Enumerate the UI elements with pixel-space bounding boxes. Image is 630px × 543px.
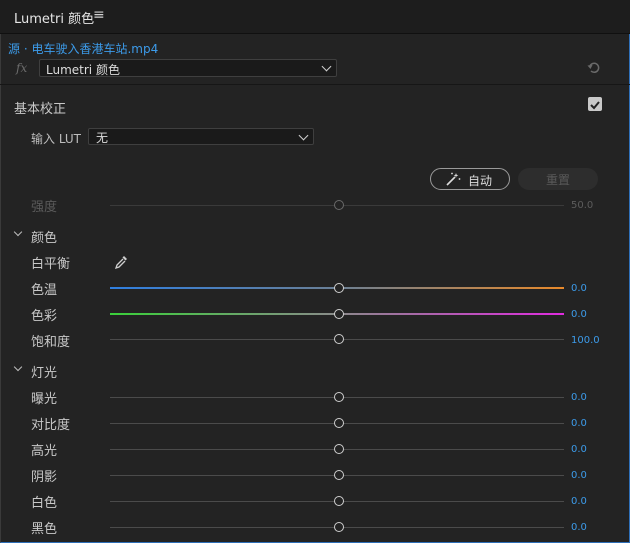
fx-icon[interactable]: fx xyxy=(16,61,27,75)
saturation-value[interactable]: 100.0 xyxy=(571,335,600,346)
temperature-slider-handle[interactable] xyxy=(334,283,344,293)
chevron-down-icon xyxy=(298,130,309,141)
contrast-label: 对比度 xyxy=(31,418,71,433)
effect-dropdown-value: Lumetri 颜色 xyxy=(46,63,120,77)
temperature-value[interactable]: 0.0 xyxy=(571,283,587,294)
chevron-down-icon xyxy=(321,61,332,72)
eyedropper-icon[interactable] xyxy=(113,254,129,270)
exposure-value[interactable]: 0.0 xyxy=(571,392,587,403)
intensity-slider-handle[interactable] xyxy=(334,200,344,210)
color-group-title[interactable]: 颜色 xyxy=(31,227,57,246)
checkmark-icon xyxy=(590,101,600,110)
shadows-slider-handle[interactable] xyxy=(334,470,344,480)
blacks-value[interactable]: 0.0 xyxy=(571,522,587,533)
magic-wand-icon xyxy=(446,172,461,186)
reset-button-label: 重置 xyxy=(545,173,570,187)
highlights-label: 高光 xyxy=(31,444,58,459)
white-balance-label: 白平衡 xyxy=(31,257,71,272)
whites-label: 白色 xyxy=(31,496,58,511)
panel-menu-icon[interactable]: ≡ xyxy=(93,7,105,23)
intensity-value[interactable]: 50.0 xyxy=(571,200,593,211)
input-lut-label: 输入 LUT xyxy=(31,132,82,146)
shadows-label: 阴影 xyxy=(31,470,58,485)
tint-slider-handle[interactable] xyxy=(334,309,344,319)
input-lut-value: 无 xyxy=(96,131,109,145)
source-clip-label[interactable]: 源 · 电车驶入香港车站.mp4 xyxy=(8,40,158,57)
contrast-value[interactable]: 0.0 xyxy=(571,418,587,429)
highlights-value[interactable]: 0.0 xyxy=(571,444,587,455)
blacks-label: 黑色 xyxy=(31,522,58,537)
auto-button-label: 自动 xyxy=(468,174,493,188)
panel-tab-bar: Lumetri 颜色 ≡ xyxy=(0,0,630,34)
shadows-value[interactable]: 0.0 xyxy=(571,470,587,481)
exposure-label: 曝光 xyxy=(31,392,58,407)
exposure-slider-handle[interactable] xyxy=(334,392,344,402)
whites-value[interactable]: 0.0 xyxy=(571,496,587,507)
whites-slider-handle[interactable] xyxy=(334,496,344,506)
tint-value[interactable]: 0.0 xyxy=(571,309,587,320)
auto-button[interactable]: 自动 xyxy=(430,168,510,190)
effect-dropdown[interactable]: Lumetri 颜色 xyxy=(39,59,337,77)
reset-button[interactable]: 重置 xyxy=(518,168,598,190)
temperature-label: 色温 xyxy=(31,283,58,298)
input-lut-dropdown[interactable]: 无 xyxy=(88,128,314,145)
blacks-slider-handle[interactable] xyxy=(334,522,344,532)
panel-tab-title[interactable]: Lumetri 颜色 xyxy=(14,8,94,27)
contrast-slider-handle[interactable] xyxy=(334,418,344,428)
reset-effect-icon[interactable] xyxy=(587,60,601,74)
highlights-slider-handle[interactable] xyxy=(334,444,344,454)
tint-label: 色彩 xyxy=(31,309,58,324)
saturation-slider-handle[interactable] xyxy=(334,334,344,344)
saturation-label: 饱和度 xyxy=(31,335,71,350)
intensity-label: 强度 xyxy=(31,200,58,215)
light-group-title[interactable]: 灯光 xyxy=(31,362,57,381)
basic-correction-checkbox[interactable] xyxy=(588,97,602,111)
basic-correction-title[interactable]: 基本校正 xyxy=(14,98,66,117)
